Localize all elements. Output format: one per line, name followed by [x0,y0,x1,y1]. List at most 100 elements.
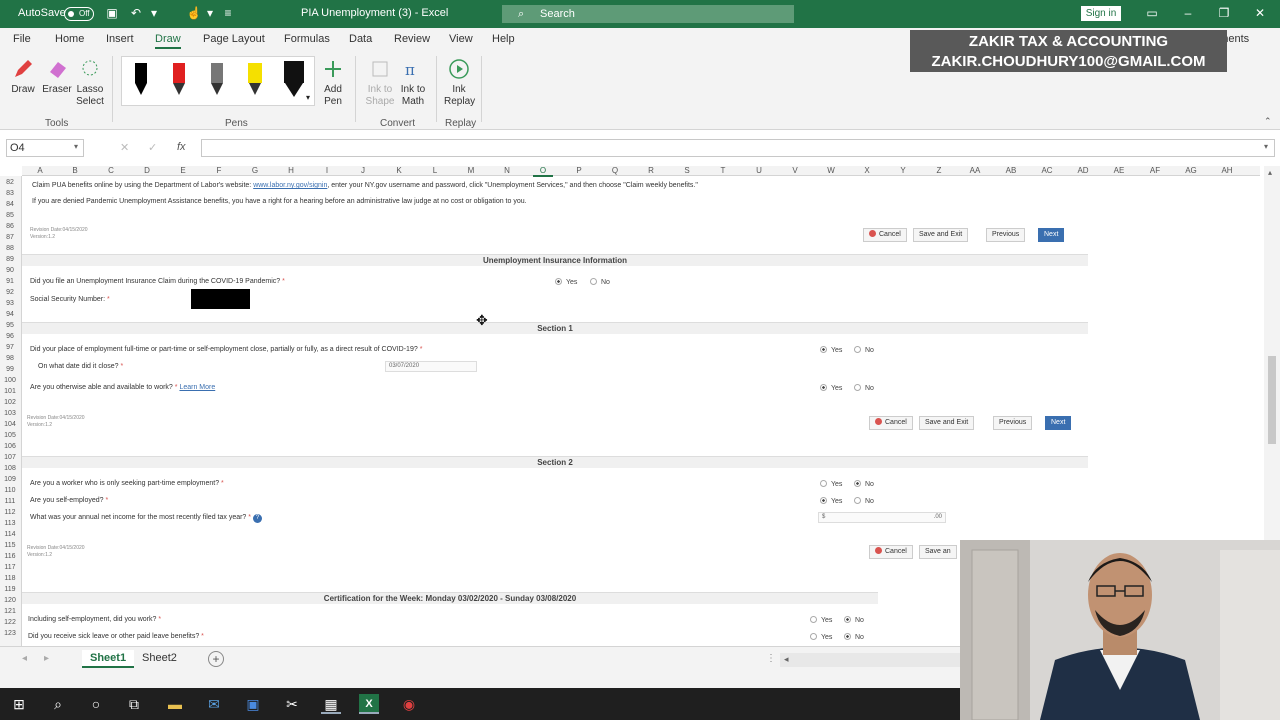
expand-formula-bar-icon[interactable]: ▾ [1264,142,1268,151]
save-and-exit-button[interactable]: Save an [919,545,957,559]
column-header[interactable]: I [317,166,337,175]
chrome-icon[interactable]: ◉ [399,694,419,714]
row-header[interactable]: 84 [0,201,20,208]
scroll-left-icon[interactable]: ◂ [784,654,789,665]
row-header[interactable]: 88 [0,245,20,252]
row-header[interactable]: 106 [0,443,20,450]
row-header[interactable]: 115 [0,542,20,549]
mail-icon[interactable]: ✉ [204,694,224,714]
s1-available-no[interactable]: No [854,384,874,392]
windows-start-icon[interactable]: ⊞ [9,694,29,714]
column-header[interactable]: AG [1181,166,1201,175]
row-header[interactable]: 109 [0,476,20,483]
column-header[interactable]: C [101,166,121,175]
column-header[interactable]: U [749,166,769,175]
row-header[interactable]: 101 [0,388,20,395]
column-header[interactable]: L [425,166,445,175]
column-header[interactable]: H [281,166,301,175]
s2-parttime-no[interactable]: No [854,480,874,488]
row-header[interactable]: 121 [0,608,20,615]
insert-function-icon[interactable]: fx [177,141,186,153]
save-and-exit-button[interactable]: Save and Exit [919,416,975,430]
sheet-tab-sheet2[interactable]: Sheet2 [142,652,177,664]
sheet-prev-icon[interactable]: ◂ [22,653,27,664]
column-header[interactable]: AF [1145,166,1165,175]
previous-button[interactable]: Previous [986,228,1026,242]
row-header[interactable]: 87 [0,234,20,241]
row-header[interactable]: 83 [0,190,20,197]
formula-input[interactable] [201,139,1275,157]
column-header[interactable]: T [713,166,733,175]
tab-view[interactable]: View [449,33,473,45]
highlighter-yellow-icon[interactable] [246,61,264,97]
row-header[interactable]: 82 [0,179,20,186]
column-header[interactable]: R [641,166,661,175]
tab-file[interactable]: File [13,33,31,45]
sheet-grid[interactable]: Claim PUA benefits online by using the D… [22,176,1088,646]
column-header[interactable]: AB [1001,166,1021,175]
column-header[interactable]: AA [965,166,985,175]
column-header[interactable]: F [209,166,229,175]
cancel-button[interactable]: Cancel [863,228,907,242]
previous-button[interactable]: Previous [993,416,1033,430]
screen-sketch-icon[interactable]: ✂ [282,694,302,714]
cert-work-no[interactable]: No [844,616,864,624]
video-call-icon[interactable]: ▣ [243,694,263,714]
closure-date-field[interactable]: 03/07/2020 [385,361,477,372]
column-header[interactable]: N [497,166,517,175]
recorder-app-icon[interactable]: ▦ [321,694,341,714]
pen-black-icon[interactable] [132,61,150,97]
close-icon[interactable]: ✕ [1250,5,1270,21]
row-header[interactable]: 85 [0,212,20,219]
column-header[interactable]: D [137,166,157,175]
tab-data[interactable]: Data [349,33,372,45]
cert-work-yes[interactable]: Yes [810,616,832,624]
next-button[interactable]: Next [1045,416,1072,430]
excel-icon[interactable]: X [359,694,379,714]
row-header[interactable]: 86 [0,223,20,230]
tab-page-layout[interactable]: Page Layout [203,33,265,45]
ribbon-display-icon[interactable]: ▭ [1142,5,1162,21]
undo-icon[interactable]: ↶ [128,5,144,21]
labor-link[interactable]: www.labor.ny.gov/signin [253,182,327,189]
column-header[interactable]: V [785,166,805,175]
column-header[interactable]: Z [929,166,949,175]
lasso-select-button[interactable]: Lasso Select [74,58,106,108]
column-header[interactable]: K [389,166,409,175]
row-header[interactable]: 102 [0,399,20,406]
cert-leave-no[interactable]: No [844,633,864,641]
column-header[interactable]: S [677,166,697,175]
cancel-button[interactable]: Cancel [869,416,913,430]
column-header[interactable]: M [461,166,481,175]
row-header[interactable]: 123 [0,630,20,637]
scroll-up-icon[interactable]: ▴ [1268,168,1272,177]
add-pen-button[interactable]: Add Pen [318,58,348,108]
row-header[interactable]: 122 [0,619,20,626]
s1-available-yes[interactable]: Yes [820,384,842,392]
tab-review[interactable]: Review [394,33,430,45]
cancel-button[interactable]: Cancel [869,545,913,559]
row-header[interactable]: 105 [0,432,20,439]
cert-leave-yes[interactable]: Yes [810,633,832,641]
column-header[interactable]: AH [1217,166,1237,175]
tab-formulas[interactable]: Formulas [284,33,330,45]
column-header[interactable]: E [173,166,193,175]
ui-claim-yes[interactable]: Yes [555,278,577,286]
cancel-entry-icon[interactable]: ✕ [120,141,129,154]
row-header[interactable]: 119 [0,586,20,593]
search-icon[interactable]: ⌕ [48,694,68,714]
row-header[interactable]: 114 [0,531,20,538]
eraser-button[interactable]: Eraser [42,58,72,96]
ink-replay-button[interactable]: Ink Replay [444,58,475,108]
column-header[interactable]: B [65,166,85,175]
tab-insert[interactable]: Insert [106,33,134,45]
column-header[interactable]: Q [605,166,625,175]
column-header[interactable]: J [353,166,373,175]
row-header[interactable]: 118 [0,575,20,582]
column-header[interactable]: G [245,166,265,175]
ink-to-math-button[interactable]: π Ink to Math [398,58,428,108]
sheet-next-icon[interactable]: ▸ [44,653,49,664]
row-header[interactable]: 112 [0,509,20,516]
column-header[interactable]: A [30,166,50,175]
column-header[interactable]: W [821,166,841,175]
